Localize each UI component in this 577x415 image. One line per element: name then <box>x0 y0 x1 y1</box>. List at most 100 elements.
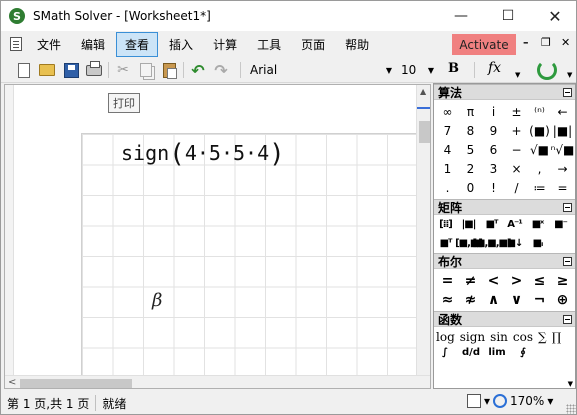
function-icon-button[interactable]: ∫ <box>438 346 452 358</box>
panel-scroll-down-icon[interactable]: ▼ <box>568 380 573 388</box>
horizontal-scrollbar[interactable]: < <box>5 375 430 388</box>
arithmetic-symbol-button[interactable]: ∞ <box>436 102 459 121</box>
menu-view[interactable]: 查看 <box>116 31 159 57</box>
boolean-symbol-button[interactable]: < <box>482 271 505 290</box>
section-functions-header[interactable]: 函数 <box>434 311 575 327</box>
menu-page[interactable]: 页面 <box>292 32 334 57</box>
boolean-symbol-button[interactable]: ≠ <box>459 271 482 290</box>
worksheet-grid[interactable] <box>81 133 417 388</box>
vertical-scrollbar[interactable]: ▲ <box>416 85 430 375</box>
arithmetic-symbol-button[interactable]: → <box>551 159 574 178</box>
arithmetic-symbol-button[interactable]: ! <box>482 178 505 197</box>
font-family-select[interactable]: Arial ▼ <box>248 60 395 80</box>
scroll-left-icon[interactable]: < <box>8 377 16 388</box>
arithmetic-symbol-button[interactable]: 7 <box>436 121 459 140</box>
section-matrix-header[interactable]: 矩阵 <box>434 199 575 215</box>
maximize-button[interactable]: ☐ <box>485 1 531 31</box>
arithmetic-symbol-button[interactable]: 4 <box>436 140 459 159</box>
function-button[interactable]: ∑ <box>538 330 547 344</box>
arithmetic-symbol-button[interactable]: |■| <box>551 121 574 140</box>
greek-beta-region[interactable]: β <box>152 290 162 311</box>
close-button[interactable]: ✕ <box>532 1 576 31</box>
arithmetic-symbol-button[interactable]: √■ <box>528 140 551 159</box>
arithmetic-symbol-button[interactable]: i <box>482 102 505 121</box>
zoom-icon[interactable] <box>493 394 508 408</box>
menu-help[interactable]: 帮助 <box>336 32 378 57</box>
undo-button[interactable]: ↶ <box>189 61 207 80</box>
menu-calculate[interactable]: 计算 <box>204 32 246 57</box>
collapse-icon[interactable] <box>563 314 572 324</box>
cut-button[interactable]: ✂ <box>114 61 132 79</box>
arithmetic-symbol-button[interactable]: 0 <box>459 178 482 197</box>
boolean-symbol-button[interactable]: ≈ <box>436 290 459 309</box>
boolean-symbol-button[interactable]: ∨ <box>505 290 528 309</box>
math-expression[interactable]: sign(4·5·5·4) <box>121 139 285 169</box>
boolean-symbol-button[interactable]: ≥ <box>551 271 574 290</box>
zoom-level[interactable]: 170% <box>510 394 544 408</box>
copy-button[interactable] <box>137 61 155 79</box>
matrix-tool-button[interactable]: ■ᵢ <box>529 237 546 250</box>
boolean-symbol-button[interactable]: ⊕ <box>551 290 574 309</box>
menu-tools[interactable]: 工具 <box>248 32 290 57</box>
function-button[interactable]: log <box>436 330 455 344</box>
document-icon[interactable] <box>10 37 22 51</box>
arithmetic-symbol-button[interactable]: ⁽ⁿ⁾ <box>528 102 551 121</box>
matrix-tool-button[interactable]: |■| <box>460 218 477 231</box>
function-button[interactable]: cos <box>513 330 533 344</box>
arithmetic-symbol-button[interactable]: 6 <box>482 140 505 159</box>
boolean-symbol-button[interactable]: > <box>505 271 528 290</box>
matrix-tool-button[interactable]: ■ᵀ <box>483 218 500 231</box>
arithmetic-symbol-button[interactable]: ± <box>505 102 528 121</box>
arithmetic-symbol-button[interactable]: 1 <box>436 159 459 178</box>
paste-button[interactable] <box>160 61 178 79</box>
boolean-symbol-button[interactable]: ¬ <box>528 290 551 309</box>
mdi-close-button[interactable]: ✕ <box>561 36 570 49</box>
arithmetic-symbol-button[interactable]: ≔ <box>528 178 551 197</box>
chevron-down-icon[interactable]: ▾ <box>484 394 490 408</box>
arithmetic-symbol-button[interactable]: 2 <box>459 159 482 178</box>
boolean-symbol-button[interactable]: = <box>436 271 459 290</box>
recalculate-button[interactable] <box>537 60 557 80</box>
save-button[interactable] <box>62 61 80 79</box>
arithmetic-symbol-button[interactable]: 3 <box>482 159 505 178</box>
arithmetic-symbol-button[interactable]: − <box>505 140 528 159</box>
matrix-tool-button[interactable]: ■↓ <box>506 237 524 250</box>
minimize-button[interactable]: — <box>438 1 484 31</box>
arithmetic-symbol-button[interactable]: (■) <box>528 121 551 140</box>
open-file-button[interactable] <box>38 61 56 79</box>
arithmetic-symbol-button[interactable]: = <box>551 178 574 197</box>
matrix-tool-button[interactable]: A⁻¹ <box>506 218 523 231</box>
collapse-icon[interactable] <box>563 256 572 266</box>
arithmetic-symbol-button[interactable]: 8 <box>459 121 482 140</box>
arithmetic-symbol-button[interactable]: π <box>459 102 482 121</box>
matrix-tool-button[interactable]: ■ˣ <box>529 218 546 231</box>
fx-dropdown-icon[interactable]: ▼ <box>515 71 520 79</box>
section-boolean-header[interactable]: 布尔 <box>434 253 575 269</box>
section-arithmetic-header[interactable]: 算法 <box>434 84 575 100</box>
mdi-minimize-button[interactable]: – <box>523 36 529 49</box>
function-icon-button[interactable]: lim <box>488 346 505 358</box>
chevron-down-icon[interactable]: ▾ <box>547 394 553 408</box>
matrix-tool-button[interactable]: ■ᵀ <box>437 237 454 250</box>
vertical-scroll-thumb[interactable] <box>419 121 430 143</box>
redo-button[interactable]: ↷ <box>212 61 230 80</box>
menu-insert[interactable]: 插入 <box>160 32 202 57</box>
arithmetic-symbol-button[interactable]: . <box>436 178 459 197</box>
activate-button[interactable]: Activate <box>452 34 516 55</box>
function-button[interactable]: sign <box>460 330 485 344</box>
bold-button[interactable]: B <box>448 61 459 76</box>
arithmetic-symbol-button[interactable]: 5 <box>459 140 482 159</box>
font-size-select[interactable]: 10 ▼ <box>399 60 437 80</box>
menu-file[interactable]: 文件 <box>28 32 70 57</box>
resize-grip[interactable] <box>566 404 576 414</box>
arithmetic-symbol-button[interactable]: / <box>505 178 528 197</box>
page-view-icon[interactable] <box>467 394 481 408</box>
arithmetic-symbol-button[interactable]: , <box>528 159 551 178</box>
new-file-button[interactable] <box>15 61 33 79</box>
scroll-up-icon[interactable]: ▲ <box>420 87 426 96</box>
boolean-symbol-button[interactable]: ≤ <box>528 271 551 290</box>
arithmetic-symbol-button[interactable]: ← <box>551 102 574 121</box>
arithmetic-symbol-button[interactable]: 9 <box>482 121 505 140</box>
matrix-tool-button[interactable]: ■⁻ <box>552 218 569 231</box>
matrix-tool-button[interactable]: [■,■,■] <box>472 237 511 250</box>
